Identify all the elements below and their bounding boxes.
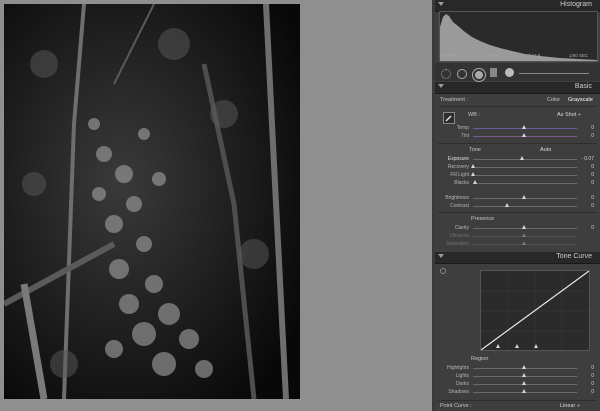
contrast-track[interactable] — [473, 206, 577, 207]
recovery-track[interactable] — [473, 167, 577, 168]
contrast-label: Contrast — [450, 203, 469, 209]
separator — [438, 143, 597, 144]
red-eye-icon[interactable] — [473, 69, 485, 81]
darks-value[interactable]: 0 — [591, 381, 594, 387]
blacks-slider-handle[interactable] — [473, 180, 477, 184]
blacks-track[interactable] — [473, 183, 577, 184]
gradient-icon[interactable] — [490, 68, 497, 77]
darks-label: Darks — [455, 381, 469, 387]
clarity-value[interactable]: 0 — [591, 225, 594, 231]
saturation-label: Saturation — [446, 241, 469, 247]
spot-removal-icon[interactable] — [457, 69, 467, 79]
photo-canvas — [0, 0, 432, 411]
shadows-slider-handle[interactable] — [522, 389, 526, 393]
fill-light-value[interactable]: 0 — [591, 172, 594, 178]
lights-label: Lights — [455, 373, 469, 379]
brush-icon[interactable] — [505, 68, 514, 77]
treatment-color[interactable]: Color — [547, 97, 560, 103]
lights-slider-handle[interactable] — [522, 373, 526, 377]
eyedropper-icon[interactable] — [443, 112, 455, 124]
clarity-slider-handle[interactable] — [522, 225, 526, 229]
collapse-arrow-icon[interactable] — [438, 84, 444, 88]
separator — [438, 400, 597, 401]
region-label: Region — [471, 356, 489, 362]
exposure-value[interactable]: - 0.07 — [581, 156, 594, 162]
recovery-value[interactable]: 0 — [591, 164, 594, 170]
shadows-value[interactable]: 0 — [591, 389, 594, 395]
temp-label: Temp — [456, 125, 469, 131]
highlights-label: Highlights — [447, 365, 469, 371]
target-adjust-icon[interactable] — [440, 268, 446, 274]
split-handle-1[interactable] — [496, 344, 500, 348]
tone-curve-graph[interactable] — [480, 270, 590, 351]
exposure-slider-handle[interactable] — [520, 156, 524, 160]
crop-icon[interactable] — [441, 69, 451, 79]
auto-button[interactable]: Auto — [540, 147, 551, 153]
basic-title: Basic — [574, 83, 592, 90]
collapse-arrow-icon[interactable] — [438, 2, 444, 6]
tone-curve-title: Tone Curve — [556, 253, 592, 260]
blacks-value[interactable]: 0 — [591, 180, 594, 186]
treatment-grayscale[interactable]: Grayscale — [568, 97, 593, 103]
shadows-label: Shadows — [448, 389, 469, 395]
highlights-slider-handle[interactable] — [522, 365, 526, 369]
shutter-readout: 1/60 SEC — [569, 53, 589, 58]
brightness-label: Brightness — [445, 195, 469, 201]
saturation-slider-handle — [522, 241, 526, 245]
contrast-value[interactable]: 0 — [591, 203, 594, 209]
vibrance-label: Vibrance — [449, 233, 469, 239]
separator — [438, 106, 597, 107]
wb-select[interactable]: As Shot ÷ — [557, 112, 581, 118]
point-curve-select[interactable]: Linear ÷ — [560, 403, 580, 409]
brightness-slider-handle[interactable] — [522, 195, 526, 199]
photo-preview[interactable] — [4, 4, 300, 399]
temp-value[interactable]: 0 — [591, 125, 594, 131]
right-panel: Histogram ISO 80 6.7 mm f / 2.8 1/60 SEC… — [435, 0, 600, 411]
lights-value[interactable]: 0 — [591, 373, 594, 379]
aperture-readout: f / 2.8 — [529, 53, 541, 58]
brightness-value[interactable]: 0 — [591, 195, 594, 201]
iso-readout: ISO 80 — [441, 53, 456, 58]
treatment-label: Treatment : — [440, 97, 468, 103]
temp-slider-handle[interactable] — [522, 125, 526, 129]
presence-label: Presence — [471, 216, 495, 222]
tint-value[interactable]: 0 — [591, 133, 594, 139]
split-handle-3[interactable] — [534, 344, 538, 348]
recovery-label: Recovery — [447, 164, 469, 170]
tint-label: Tint — [460, 133, 469, 139]
point-curve-label: Point Curve : — [440, 403, 472, 409]
region-splitters — [481, 344, 587, 348]
histogram-title: Histogram — [560, 1, 592, 8]
highlights-value[interactable]: 0 — [591, 365, 594, 371]
tint-slider-handle[interactable] — [522, 133, 526, 137]
recovery-slider-handle[interactable] — [471, 164, 475, 168]
wb-label: WB : — [468, 112, 480, 118]
histogram-info: ISO 80 6.7 mm f / 2.8 1/60 SEC — [439, 52, 596, 60]
clarity-label: Clarity — [454, 225, 469, 231]
collapse-arrow-icon[interactable] — [438, 254, 444, 258]
tool-slider[interactable] — [519, 73, 589, 74]
vibrance-slider-handle — [522, 233, 526, 237]
fill-light-track[interactable] — [473, 175, 577, 176]
blacks-label: Blacks — [454, 180, 469, 186]
exposure-track[interactable] — [473, 159, 577, 160]
basic-header[interactable]: Basic — [435, 82, 600, 94]
tone-label: Tone — [469, 147, 481, 153]
tone-curve-header[interactable]: Tone Curve — [435, 252, 600, 264]
darks-slider-handle[interactable] — [522, 381, 526, 385]
contrast-slider-handle[interactable] — [505, 203, 509, 207]
separator — [438, 212, 597, 213]
fill-light-slider-handle[interactable] — [471, 172, 475, 176]
focal-readout: 6.7 mm — [484, 53, 500, 58]
split-handle-2[interactable] — [515, 344, 519, 348]
exposure-label: Exposure — [447, 156, 469, 162]
fill-light-label: Fill Light — [450, 172, 469, 178]
forest-photo — [4, 4, 300, 399]
tool-strip — [435, 63, 600, 81]
